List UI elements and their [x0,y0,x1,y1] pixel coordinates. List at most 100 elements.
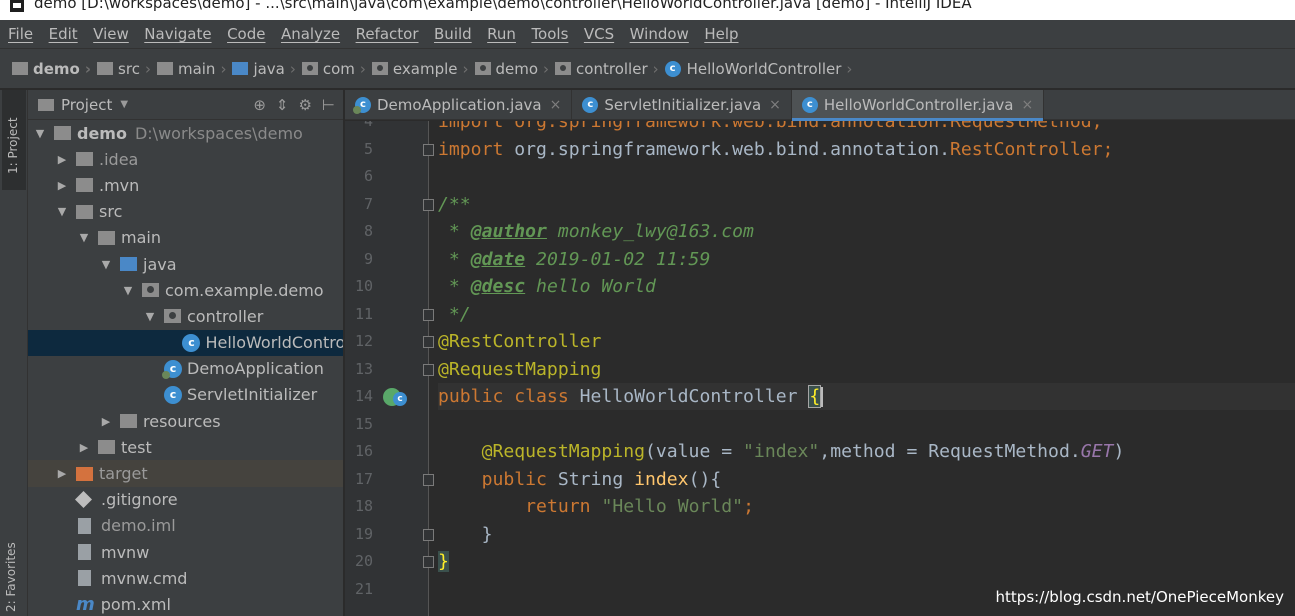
collapsed-arrow-icon[interactable]: ▶ [98,415,114,428]
tree-item-com-example-demo[interactable]: ▼ com.example.demo [28,277,343,303]
line-number: 19 [354,524,373,543]
project-view-icon [38,98,54,111]
line-number: 18 [354,497,373,515]
tab-helloworldcontroller[interactable]: c HelloWorldController.java × [791,90,1045,121]
collapse-all-icon[interactable]: ⇕ [276,96,289,114]
tree-item-src[interactable]: ▼ src [28,199,343,225]
code-line-13: @RequestMapping [438,358,602,380]
menu-view[interactable]: View [93,25,129,43]
tree-item-main[interactable]: ▼ main [28,225,343,251]
code-editor[interactable]: 4 5 6 7 8 9 10 11 12 13 14 15 16 17 18 1… [345,121,1295,616]
fold-icon[interactable] [423,308,434,321]
package-icon [474,62,491,75]
collapsed-arrow-icon[interactable]: ▶ [76,441,92,454]
source-folder-icon [120,257,137,272]
code-line-10: * @desc hello World [438,276,656,297]
module-folder-icon [54,126,71,141]
fold-icon[interactable] [423,143,434,156]
code-line-17: public String index(){ [481,468,722,490]
collapsed-arrow-icon[interactable]: ▶ [54,153,70,166]
fold-icon[interactable] [423,198,434,211]
tree-item-demo[interactable]: ▼ demo D:\workspaces\demo [28,120,343,146]
menu-help[interactable]: Help [704,25,738,43]
project-tool-window-button[interactable]: 1: Project [2,90,26,190]
chevron-right-icon: › [144,59,151,78]
project-tool-window: Project ▼ ⊕ ⇕ ⚙ ⊢ ▼ demo D:\workspaces\d… [28,90,344,616]
favorites-tool-button[interactable]: 2: Favorites [4,542,18,612]
breadcrumb-src[interactable]: src › [97,60,151,78]
project-panel-header: Project ▼ ⊕ ⇕ ⚙ ⊢ [28,90,343,120]
breadcrumb-com[interactable]: com › [301,59,366,78]
line-number: 6 [363,167,373,185]
fold-icon[interactable] [423,336,434,348]
chevron-right-icon: › [359,59,366,78]
tree-item-controller[interactable]: ▼ controller [28,303,343,329]
tree-item-pom-xml[interactable]: m pom.xml [28,591,343,616]
tree-item-mvn[interactable]: ▶ .mvn [28,172,343,198]
code-line-7: /** [438,193,471,215]
menu-vcs[interactable]: VCS [584,25,614,43]
run-class-icon[interactable] [383,388,407,406]
menu-file[interactable]: File [8,25,33,43]
close-icon[interactable]: × [769,97,781,113]
locate-file-icon[interactable]: ⊕ [253,96,266,114]
code-line-16: @RequestMapping(value = "index",method =… [481,441,1125,462]
breadcrumb: demo › src › main › java › com › example › dem… [0,49,1295,89]
folder-icon [97,62,114,75]
collapsed-arrow-icon[interactable]: ▶ [54,179,70,192]
tree-item-demo-iml[interactable]: demo.iml [28,513,343,539]
menu-navigate[interactable]: Navigate [144,25,211,43]
expanded-arrow-icon[interactable]: ▼ [32,127,48,140]
breadcrumb-controller[interactable]: controller › [555,60,659,78]
tree-item-mvnw[interactable]: mvnw [28,539,343,565]
menu-build[interactable]: Build [434,25,472,43]
breadcrumb-demo-package[interactable]: demo › [474,60,549,78]
close-icon[interactable]: × [1022,97,1034,113]
tree-item-target[interactable]: ▶ target [28,460,343,487]
tab-servletinitializer[interactable]: c ServletInitializer.java × [572,90,792,120]
menu-refactor[interactable]: Refactor [356,25,419,43]
hide-panel-icon[interactable]: ⊢ [322,96,335,114]
breadcrumb-demo[interactable]: demo › [12,60,91,78]
tree-item-idea[interactable]: ▶ .idea [28,146,343,172]
chevron-down-icon[interactable]: ▼ [120,99,128,110]
breadcrumb-main[interactable]: main › [156,60,226,78]
tree-item-gitignore[interactable]: .gitignore [28,487,343,513]
folder-icon [156,62,173,75]
tree-item-mvnw-cmd[interactable]: mvnw.cmd [28,565,343,591]
collapsed-arrow-icon[interactable]: ▶ [54,467,70,480]
text-caret [821,387,824,407]
expanded-arrow-icon[interactable]: ▼ [120,284,136,297]
breadcrumb-example[interactable]: example › [371,59,469,78]
chevron-right-icon: › [462,59,469,78]
breadcrumb-java[interactable]: java › [232,60,296,78]
tree-item-resources[interactable]: ▶ resources [28,408,343,434]
expanded-arrow-icon[interactable]: ▼ [76,231,92,244]
tree-item-test[interactable]: ▶ test [28,434,343,460]
menu-tools[interactable]: Tools [531,25,568,43]
menu-window[interactable]: Window [630,25,689,43]
tree-item-helloworldcontroller[interactable]: ▶ c HelloWorldContro [28,329,343,356]
menu-code[interactable]: Code [227,25,265,43]
close-icon[interactable]: × [550,97,562,113]
iml-file-icon [78,517,91,534]
menu-edit[interactable]: Edit [49,25,78,43]
expanded-arrow-icon[interactable]: ▼ [142,310,158,323]
tree-item-servletinitializer[interactable]: ▶ c ServletInitializer [28,382,343,408]
tab-demoapplication[interactable]: c DemoApplication.java × [345,90,573,120]
expanded-arrow-icon[interactable]: ▼ [54,205,70,218]
line-number: 20 [354,552,373,570]
gear-icon[interactable]: ⚙ [298,96,311,114]
tree-item-java[interactable]: ▼ java [28,251,343,277]
project-view-selector[interactable]: Project [61,96,112,114]
menu-run[interactable]: Run [487,25,516,43]
fold-icon[interactable] [423,363,434,376]
package-icon [555,62,572,75]
tree-item-demoapplication[interactable]: ▶ c DemoApplication [28,356,343,382]
expanded-arrow-icon[interactable]: ▼ [98,258,114,271]
fold-icon[interactable] [423,556,434,568]
fold-icon[interactable] [423,473,434,486]
fold-icon[interactable] [423,528,434,541]
breadcrumb-helloworldcontroller[interactable]: c HelloWorldController › [664,60,852,78]
menu-analyze[interactable]: Analyze [281,25,340,43]
